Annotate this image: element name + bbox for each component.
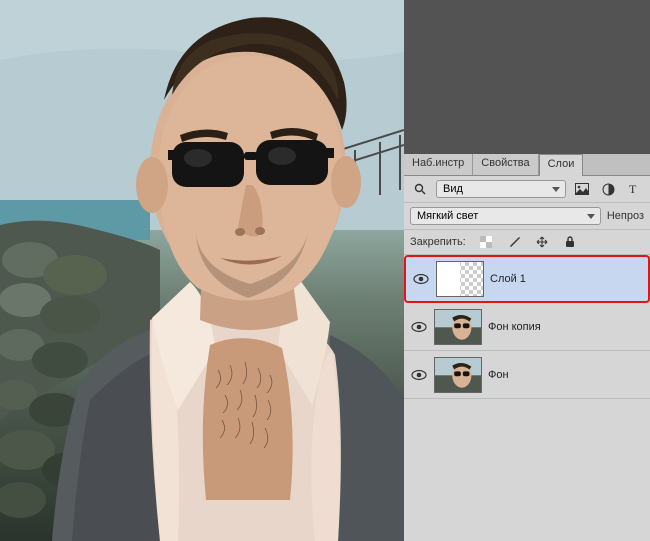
tab-properties[interactable]: Свойства xyxy=(473,154,538,175)
blend-mode-select[interactable]: Мягкий свет xyxy=(410,207,601,225)
layer-name-label[interactable]: Фон копия xyxy=(488,321,541,333)
layer-thumbnail[interactable] xyxy=(434,309,482,345)
svg-text:T: T xyxy=(629,183,637,195)
visibility-toggle-icon[interactable] xyxy=(410,318,428,336)
filter-image-icon[interactable] xyxy=(572,180,592,198)
document-canvas[interactable] xyxy=(0,0,404,541)
tab-tool-presets[interactable]: Наб.инстр xyxy=(404,154,473,175)
filter-row: Вид T xyxy=(404,176,650,203)
filter-type-select[interactable]: Вид xyxy=(436,180,566,198)
panel-tabs: Наб.инстр Свойства Слои xyxy=(404,154,650,176)
layer-thumbnail[interactable] xyxy=(434,357,482,393)
layer-name-label[interactable]: Слой 1 xyxy=(490,273,526,285)
filter-adjustment-icon[interactable] xyxy=(598,180,618,198)
panel-background xyxy=(404,0,650,154)
opacity-label: Непроз xyxy=(607,210,644,222)
layer-thumbnail[interactable] xyxy=(436,261,484,297)
lock-label: Закрепить: xyxy=(410,236,466,248)
lock-transparency-icon[interactable] xyxy=(476,233,496,251)
visibility-toggle-icon[interactable] xyxy=(410,366,428,384)
blend-row: Мягкий свет Непроз xyxy=(404,203,650,230)
layer-row-selected[interactable]: Слой 1 xyxy=(404,255,650,303)
layer-row[interactable]: Фон xyxy=(404,351,650,399)
visibility-toggle-icon[interactable] xyxy=(412,270,430,288)
filter-type-icon[interactable]: T xyxy=(624,180,644,198)
lock-position-icon[interactable] xyxy=(532,233,552,251)
tab-layers[interactable]: Слои xyxy=(539,154,584,176)
layer-row[interactable]: Фон копия xyxy=(404,303,650,351)
layers-panel: Наб.инстр Свойства Слои Вид T Мягкий све… xyxy=(404,154,650,541)
lock-all-icon[interactable] xyxy=(560,233,580,251)
search-icon xyxy=(410,180,430,198)
layers-list: Слой 1 Фон копия Фон xyxy=(404,255,650,541)
lock-pixels-icon[interactable] xyxy=(504,233,524,251)
lock-row: Закрепить: xyxy=(404,230,650,255)
photo-content xyxy=(0,0,404,541)
layer-name-label[interactable]: Фон xyxy=(488,369,509,381)
